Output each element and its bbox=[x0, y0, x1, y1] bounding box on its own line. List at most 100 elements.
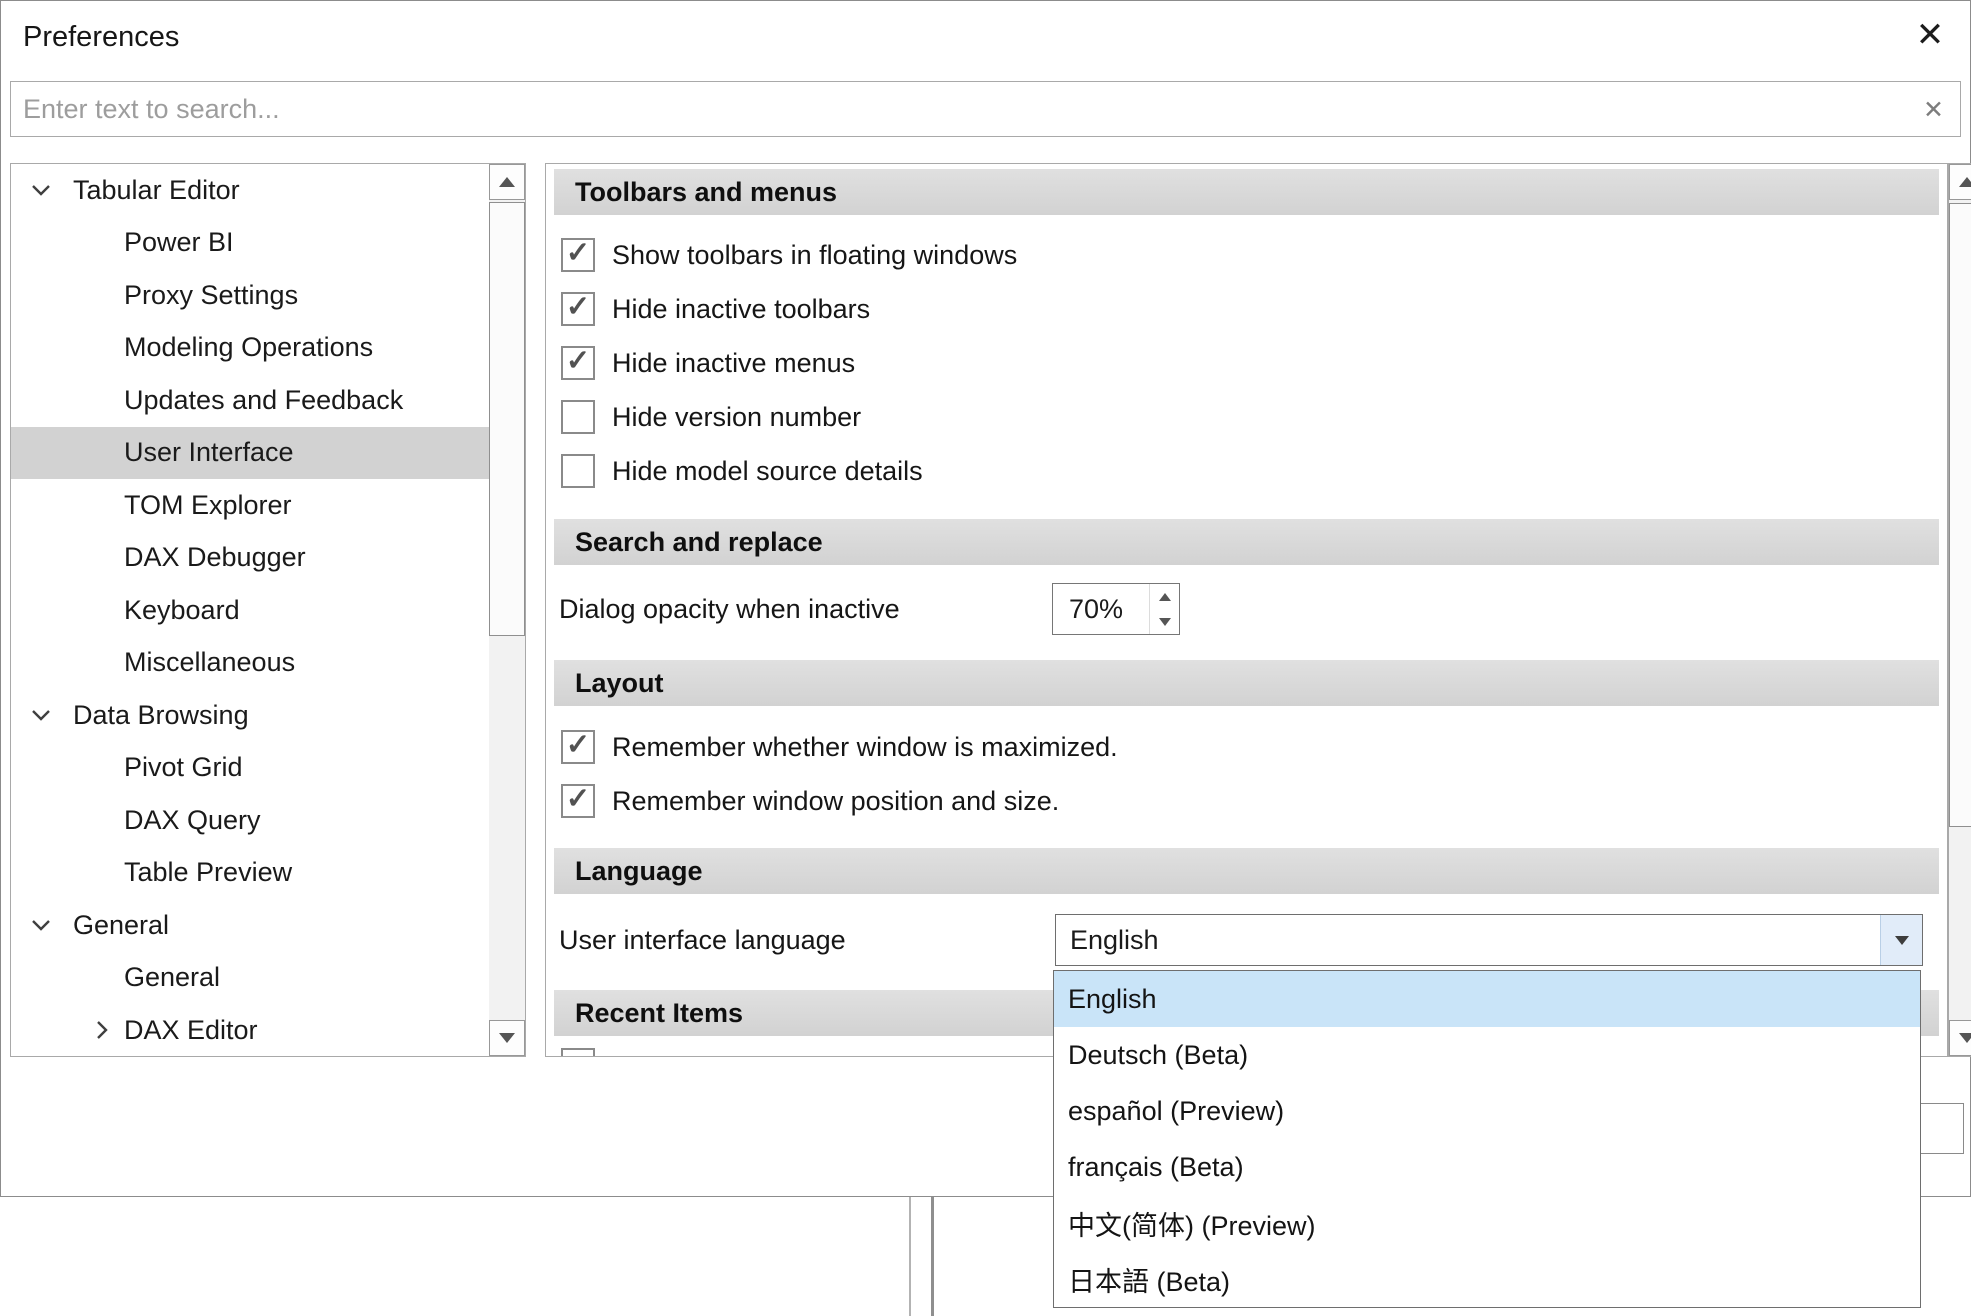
tree-list: Tabular Editor Power BI Proxy Settings M… bbox=[11, 164, 489, 1057]
tree-item-miscellaneous[interactable]: Miscellaneous bbox=[11, 637, 489, 690]
section-header-language: Language bbox=[554, 848, 1939, 894]
tree-item-label: DAX Debugger bbox=[124, 542, 306, 573]
checkbox[interactable]: ✓ bbox=[561, 784, 595, 818]
scroll-thumb[interactable] bbox=[1949, 203, 1971, 827]
tree-item-updates-and-feedback[interactable]: Updates and Feedback bbox=[11, 374, 489, 427]
tree-item-data-browsing[interactable]: Data Browsing bbox=[11, 689, 489, 742]
search-input[interactable] bbox=[11, 82, 1960, 136]
combobox-dropdown-button[interactable] bbox=[1880, 915, 1922, 965]
checkbox-row[interactable]: Hide version number bbox=[561, 390, 861, 444]
tree-item-label: Proxy Settings bbox=[124, 280, 298, 311]
close-button[interactable]: ✕ bbox=[1906, 9, 1954, 61]
dropdown-option[interactable]: 中文(简体) (Preview) bbox=[1054, 1195, 1920, 1251]
tree-item-label: Tabular Editor bbox=[73, 175, 240, 206]
dropdown-option[interactable]: español (Preview) bbox=[1054, 1083, 1920, 1139]
scroll-down-button[interactable] bbox=[1949, 1020, 1971, 1056]
scroll-up-icon bbox=[1959, 177, 1971, 187]
tree-item-dax-query[interactable]: DAX Query bbox=[11, 794, 489, 847]
tree-item-modeling-operations[interactable]: Modeling Operations bbox=[11, 322, 489, 375]
opacity-value[interactable]: 70% bbox=[1053, 584, 1149, 634]
checkbox[interactable]: ✓ bbox=[561, 292, 595, 326]
tree-item-tom-explorer[interactable]: TOM Explorer bbox=[11, 479, 489, 532]
clear-search-icon[interactable]: ✕ bbox=[1923, 95, 1944, 125]
section-title: Language bbox=[575, 856, 703, 887]
section-title: Recent Items bbox=[575, 998, 743, 1029]
checkbox[interactable]: ✓ bbox=[561, 238, 595, 272]
tree-item-label: Modeling Operations bbox=[124, 332, 373, 363]
section-title: Toolbars and menus bbox=[575, 177, 837, 208]
section-header-search-and-replace: Search and replace bbox=[554, 519, 1939, 565]
tree-item-label: Keyboard bbox=[124, 595, 240, 626]
checkbox-row[interactable]: ✓ Hide inactive toolbars bbox=[561, 282, 870, 336]
tree-item-label: DAX Editor bbox=[124, 1015, 258, 1046]
window-title: Preferences bbox=[23, 21, 179, 54]
scroll-up-icon bbox=[499, 177, 515, 187]
checkmark-icon: ✓ bbox=[566, 347, 590, 376]
language-dropdown-list: English Deutsch (Beta) español (Preview)… bbox=[1053, 970, 1921, 1308]
tree-item-tabular-editor[interactable]: Tabular Editor bbox=[11, 164, 489, 217]
checkbox-row[interactable]: ✓ Remember whether window is maximized. bbox=[561, 720, 1118, 774]
tree-item-label: Data Browsing bbox=[73, 700, 249, 731]
checkbox-row[interactable]: Hide model source details bbox=[561, 444, 923, 498]
language-selected-value: English bbox=[1056, 915, 1880, 965]
spinner-arrows bbox=[1149, 584, 1179, 634]
scroll-down-button[interactable] bbox=[489, 1020, 525, 1056]
checkmark-icon: ✓ bbox=[566, 239, 590, 268]
settings-scrollbar[interactable] bbox=[1948, 163, 1971, 1057]
tree-item-table-preview[interactable]: Table Preview bbox=[11, 847, 489, 900]
checkbox[interactable] bbox=[561, 400, 595, 434]
tree-item-label: Table Preview bbox=[124, 857, 292, 888]
tree-scrollbar[interactable] bbox=[489, 164, 525, 1056]
tree-item-keyboard[interactable]: Keyboard bbox=[11, 584, 489, 637]
checkbox[interactable]: ✓ bbox=[561, 730, 595, 764]
checkbox-label: Remember window position and size. bbox=[612, 786, 1059, 817]
tree-item-pivot-grid[interactable]: Pivot Grid bbox=[11, 742, 489, 795]
checkbox-row[interactable]: ✓ Hide inactive menus bbox=[561, 336, 855, 390]
chevron-down-icon[interactable] bbox=[27, 701, 55, 729]
tree-item-label: Updates and Feedback bbox=[124, 385, 403, 416]
chevron-down-icon bbox=[1895, 936, 1909, 945]
checkbox-label: Hide inactive toolbars bbox=[612, 294, 870, 325]
checkmark-icon: ✓ bbox=[566, 731, 590, 760]
dropdown-option[interactable]: 日本語 (Beta) bbox=[1054, 1251, 1920, 1307]
spinner-down-button[interactable] bbox=[1150, 609, 1179, 634]
search-box: ✕ bbox=[10, 81, 1961, 137]
chevron-down-icon[interactable] bbox=[27, 176, 55, 204]
language-combobox[interactable]: English bbox=[1055, 914, 1923, 966]
checkbox-row[interactable]: ✓ Show toolbars in floating windows bbox=[561, 228, 1017, 282]
checkbox-label: Remember whether window is maximized. bbox=[612, 732, 1118, 763]
chevron-right-icon[interactable] bbox=[87, 1016, 115, 1044]
tree-item-dax-debugger[interactable]: DAX Debugger bbox=[11, 532, 489, 585]
checkbox[interactable]: ✓ bbox=[561, 346, 595, 380]
tree-item-label: DAX Query bbox=[124, 805, 261, 836]
tree-item-label: General bbox=[124, 962, 220, 993]
tree-item-label: Pivot Grid bbox=[124, 752, 243, 783]
dropdown-option[interactable]: English bbox=[1054, 971, 1920, 1027]
checkbox[interactable] bbox=[561, 1048, 595, 1057]
scroll-up-button[interactable] bbox=[1949, 164, 1971, 200]
opacity-spinner[interactable]: 70% bbox=[1052, 583, 1180, 635]
tree-item-proxy-settings[interactable]: Proxy Settings bbox=[11, 269, 489, 322]
scroll-down-icon bbox=[499, 1033, 515, 1043]
checkmark-icon: ✓ bbox=[566, 785, 590, 814]
dropdown-option[interactable]: français (Beta) bbox=[1054, 1139, 1920, 1195]
section-header-layout: Layout bbox=[554, 660, 1939, 706]
tree-item-power-bi[interactable]: Power BI bbox=[11, 217, 489, 270]
tree-item-text-editors[interactable]: General bbox=[11, 899, 489, 952]
checkbox[interactable] bbox=[561, 454, 595, 488]
tree-item-dax-editor[interactable]: DAX Editor bbox=[11, 1004, 489, 1057]
checkbox-row[interactable]: ✓ Remember window position and size. bbox=[561, 774, 1059, 828]
chevron-down-icon[interactable] bbox=[27, 911, 55, 939]
tree-item-label: Power BI bbox=[124, 227, 234, 258]
checkbox-label: Hide inactive menus bbox=[612, 348, 855, 379]
spinner-up-button[interactable] bbox=[1150, 584, 1179, 609]
spinner-down-icon bbox=[1159, 618, 1171, 626]
tree-item-general[interactable]: General bbox=[11, 952, 489, 1005]
scroll-thumb[interactable] bbox=[489, 202, 525, 636]
tree-item-user-interface[interactable]: User Interface bbox=[11, 427, 489, 480]
checkbox-label: Hide model source details bbox=[612, 456, 923, 487]
settings-panel: Toolbars and menus ✓ Show toolbars in fl… bbox=[545, 163, 1948, 1057]
background-window-edge bbox=[909, 1197, 934, 1316]
dropdown-option[interactable]: Deutsch (Beta) bbox=[1054, 1027, 1920, 1083]
scroll-up-button[interactable] bbox=[489, 164, 525, 200]
